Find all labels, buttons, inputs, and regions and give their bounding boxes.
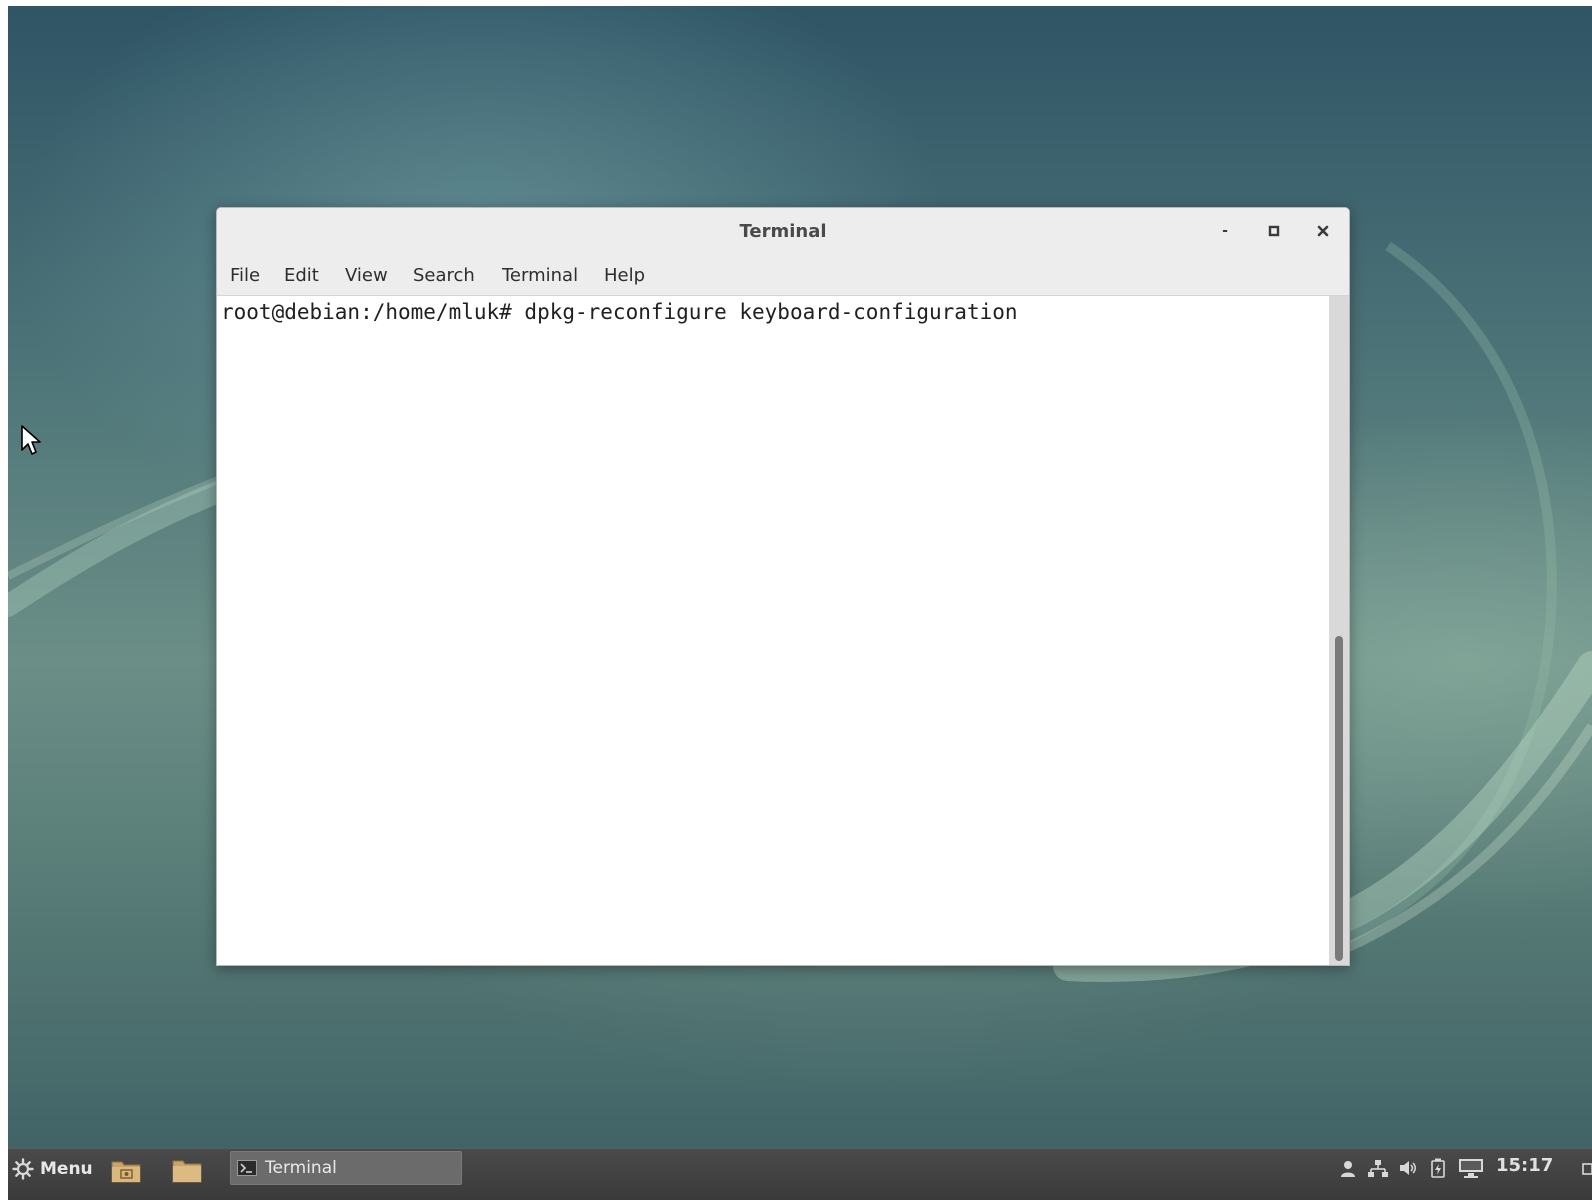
terminal-line: root@debian:/home/mluk# dpkg-reconfigure… — [221, 300, 1018, 324]
maximize-button[interactable] — [1261, 218, 1287, 244]
desktop: Terminal - File Edit View Search Termina… — [8, 6, 1592, 1200]
close-icon — [1317, 225, 1329, 237]
terminal-output[interactable]: root@debian:/home/mluk# dpkg-reconfigure… — [217, 296, 1329, 965]
folder-icon[interactable] — [172, 1157, 202, 1183]
menu-file[interactable]: File — [230, 265, 260, 286]
menu-view[interactable]: View — [345, 265, 388, 286]
scrollbar-thumb[interactable] — [1335, 636, 1343, 961]
mouse-pointer-icon — [21, 425, 41, 455]
menu-terminal[interactable]: Terminal — [502, 265, 578, 286]
menubar: File Edit View Search Terminal Help — [217, 256, 1349, 296]
minimize-button[interactable]: - — [1212, 218, 1238, 244]
window-title: Terminal — [739, 221, 827, 242]
terminal-window: Terminal - File Edit View Search Termina… — [216, 207, 1350, 966]
menu-help[interactable]: Help — [604, 265, 645, 286]
display-icon[interactable] — [1458, 1157, 1484, 1179]
close-button[interactable] — [1310, 218, 1336, 244]
battery-icon[interactable] — [1428, 1157, 1448, 1179]
menu-edit[interactable]: Edit — [284, 265, 319, 286]
network-icon[interactable] — [1368, 1157, 1388, 1179]
clock[interactable]: 15:17 — [1496, 1155, 1553, 1176]
volume-icon[interactable] — [1398, 1157, 1418, 1179]
terminal-scrollbar[interactable] — [1329, 296, 1349, 965]
menu-label: Menu — [40, 1159, 93, 1179]
menu-button[interactable]: Menu — [12, 1155, 93, 1183]
menu-search[interactable]: Search — [413, 265, 475, 286]
taskbar-terminal-button[interactable]: Terminal — [230, 1151, 462, 1185]
taskbar: Menu Terminal 15:17 — [8, 1148, 1592, 1200]
maximize-icon — [1268, 225, 1280, 237]
user-icon[interactable] — [1338, 1157, 1358, 1179]
minimize-icon: - — [1222, 223, 1228, 239]
window-titlebar[interactable]: Terminal - — [217, 208, 1349, 256]
terminal-icon — [237, 1160, 257, 1176]
gear-icon — [12, 1158, 34, 1180]
taskbar-terminal-label: Terminal — [265, 1158, 337, 1178]
photos-folder-icon[interactable] — [111, 1157, 141, 1183]
show-desktop-icon[interactable] — [1582, 1163, 1592, 1175]
